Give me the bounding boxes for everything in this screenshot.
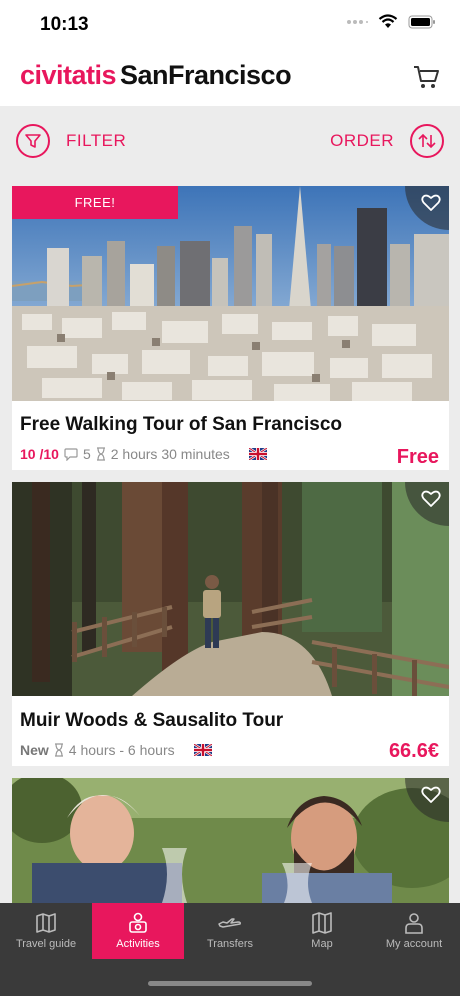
wifi-icon — [378, 14, 398, 28]
map-icon — [312, 912, 332, 934]
activity-image-san-francisco[interactable]: FREE! — [12, 186, 449, 401]
activity-title[interactable]: Free Walking Tour of San Francisco — [20, 414, 342, 436]
uk-flag-icon — [193, 744, 212, 756]
duration: 2 hours 30 minutes — [110, 446, 230, 462]
battery-icon — [408, 15, 435, 28]
heart-icon — [421, 786, 441, 803]
new-tag: New — [20, 742, 49, 758]
heart-icon — [421, 490, 441, 507]
activity-card[interactable]: FREE! Free Walking Tour of San Francisco… — [12, 186, 449, 470]
activities-icon — [129, 912, 147, 933]
cart-button[interactable] — [412, 64, 440, 90]
filter-icon — [16, 124, 50, 158]
tab-map[interactable]: Map — [276, 903, 368, 959]
forest-trail-photo — [12, 482, 449, 696]
wine-tasting-photo — [12, 778, 449, 903]
hourglass-icon — [54, 743, 63, 757]
filter-button[interactable]: FILTER — [16, 124, 126, 158]
tab-activities[interactable]: Activities — [92, 903, 184, 959]
sort-icon — [410, 124, 444, 158]
activity-image-muir-woods[interactable] — [12, 482, 449, 696]
tab-label: Transfers — [206, 938, 254, 950]
status-time: 10:13 — [40, 14, 89, 35]
status-bar: 10:13 — [0, 0, 460, 48]
tab-my-account[interactable]: My account — [368, 903, 460, 959]
filter-order-bar: FILTER ORDER — [0, 106, 460, 176]
activity-meta: 10 /10 5 2 hours 30 minutes — [20, 446, 267, 462]
duration: 4 hours - 6 hours — [68, 742, 175, 758]
order-button[interactable]: ORDER — [330, 124, 444, 158]
activity-title[interactable]: Muir Woods & Sausalito Tour — [20, 710, 283, 732]
uk-flag-icon — [248, 448, 267, 460]
activity-card[interactable]: Muir Woods & Sausalito Tour New 4 hours … — [12, 482, 449, 766]
tab-label: Travel guide — [15, 938, 77, 950]
tab-transfers[interactable]: Transfers — [184, 903, 276, 959]
tab-label: My account — [385, 938, 443, 950]
order-label: ORDER — [330, 131, 394, 150]
tab-label: Activities — [116, 938, 160, 950]
plane-icon — [218, 918, 241, 928]
activity-card[interactable] — [12, 778, 449, 903]
home-indicator[interactable] — [148, 981, 312, 986]
activity-price: 66.6€ — [388, 740, 439, 762]
filter-label: FILTER — [66, 131, 127, 150]
activity-price: Free — [396, 446, 439, 468]
signal-icon — [347, 19, 368, 24]
hourglass-icon — [96, 447, 105, 461]
map-book-icon — [36, 913, 56, 933]
rating: 10 /10 — [20, 446, 59, 462]
city-title: SanFrancisco — [120, 60, 292, 90]
tab-travel-guide[interactable]: Travel guide — [0, 903, 92, 959]
free-badge: FREE! — [12, 186, 178, 219]
app-header: civitatis SanFrancisco — [0, 48, 460, 106]
heart-icon — [421, 194, 441, 211]
activity-image-wine-tasting[interactable] — [12, 778, 449, 903]
review-count: 5 — [82, 446, 91, 462]
brand-logo: civitatis — [20, 60, 117, 90]
user-icon — [405, 913, 423, 934]
tab-label: Map — [311, 938, 333, 950]
status-icons — [346, 14, 436, 29]
activity-meta: New 4 hours - 6 hours — [20, 742, 212, 758]
comment-icon — [64, 447, 78, 461]
cart-icon — [414, 66, 439, 88]
